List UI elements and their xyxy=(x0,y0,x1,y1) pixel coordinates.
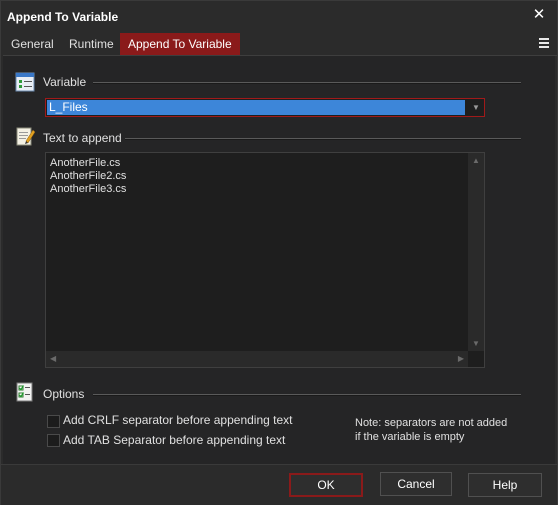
hamburger-menu-icon[interactable] xyxy=(539,36,549,48)
tab-runtime[interactable]: Runtime xyxy=(61,33,122,55)
tab-general[interactable]: General xyxy=(3,33,62,55)
options-label: Options xyxy=(43,387,85,401)
tab-bar: General Runtime Append To Variable xyxy=(3,31,557,56)
separator-note-line1: Note: separators are not added xyxy=(355,417,508,429)
vertical-scrollbar[interactable]: ▲ ▼ xyxy=(468,153,484,351)
dialog-window: Append To Variable ✕ General Runtime App… xyxy=(0,0,558,505)
text-line: AnotherFile3.cs xyxy=(50,183,127,195)
scroll-up-icon[interactable]: ▲ xyxy=(472,156,480,165)
text-to-append-field[interactable]: AnotherFile.cs AnotherFile2.cs AnotherFi… xyxy=(45,152,485,368)
tab-separator-checkbox[interactable] xyxy=(47,434,60,447)
text-to-append-label: Text to append xyxy=(43,131,122,145)
crlf-separator-checkbox[interactable] xyxy=(47,415,60,428)
options-separator xyxy=(93,394,521,396)
separator-note: Note: separators are not added if the va… xyxy=(355,416,507,444)
scroll-left-icon[interactable]: ◀ xyxy=(50,354,56,363)
variable-selected-value: L_Files xyxy=(47,100,465,115)
close-icon[interactable]: ✕ xyxy=(531,7,547,23)
text-separator xyxy=(125,138,521,140)
text-line: AnotherFile2.cs xyxy=(50,170,127,182)
checklist-icon xyxy=(16,382,33,402)
crlf-separator-label[interactable]: Add CRLF separator before appending text xyxy=(63,413,292,427)
chevron-down-icon[interactable]: ▼ xyxy=(468,99,484,116)
dialog-footer: OK Cancel Help xyxy=(1,464,557,505)
pencil-note-icon xyxy=(16,127,35,146)
title-bar: Append To Variable ✕ xyxy=(1,1,557,31)
variable-list-icon xyxy=(15,72,35,92)
variable-select[interactable]: L_Files ▼ xyxy=(45,98,485,117)
window-title: Append To Variable xyxy=(7,10,119,24)
tab-append-to-variable[interactable]: Append To Variable xyxy=(120,33,240,55)
variable-label: Variable xyxy=(43,75,87,89)
scroll-right-icon[interactable]: ▶ xyxy=(458,354,464,363)
horizontal-scrollbar[interactable]: ◀ ▶ xyxy=(46,351,468,367)
tab-separator-label[interactable]: Add TAB Separator before appending text xyxy=(63,433,285,447)
text-line: AnotherFile.cs xyxy=(50,157,121,169)
ok-button[interactable]: OK xyxy=(289,473,363,497)
help-button[interactable]: Help xyxy=(468,473,542,497)
cancel-button[interactable]: Cancel xyxy=(380,472,452,496)
separator-note-line2: if the variable is empty xyxy=(355,431,465,443)
main-panel: Variable L_Files ▼ Text to append Anothe… xyxy=(3,56,555,464)
scroll-down-icon[interactable]: ▼ xyxy=(472,339,480,348)
variable-separator xyxy=(93,82,521,84)
